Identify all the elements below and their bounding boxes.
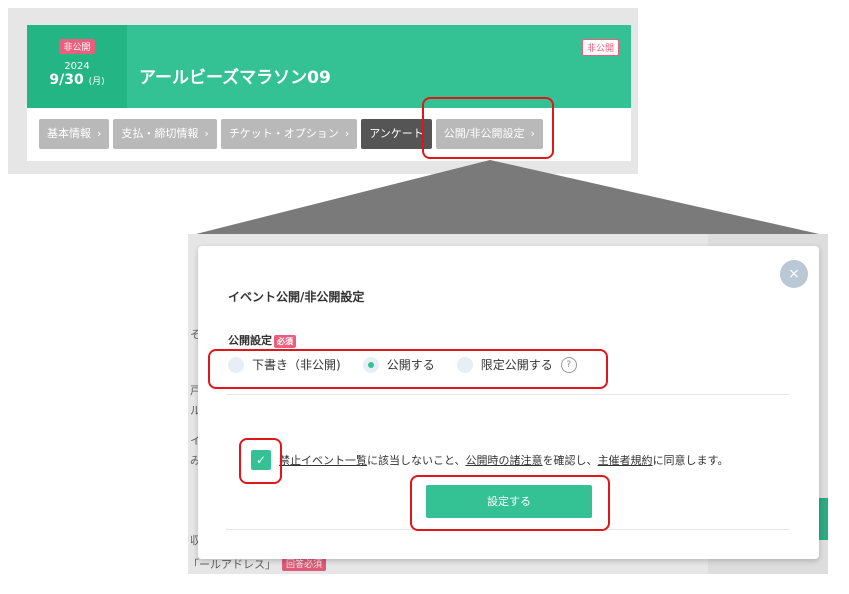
close-button[interactable]: ×: [780, 260, 808, 288]
publish-setting-label: 公開設定 必須: [228, 332, 296, 348]
agreement-text-1: に該当しないこと、: [367, 454, 466, 467]
modal-title: イベント公開/非公開設定: [228, 290, 365, 304]
required-badge: 必須: [274, 334, 296, 348]
highlight-submit-button: [410, 475, 610, 531]
organizer-terms-link[interactable]: 主催者規約: [598, 454, 653, 467]
highlight-checkbox: [239, 438, 282, 484]
divider: [226, 394, 789, 395]
publish-setting-label-text: 公開設定: [228, 334, 272, 347]
highlight-radio-group: [208, 349, 608, 389]
prohibited-events-link[interactable]: 禁止イベント一覧: [279, 454, 367, 467]
publish-notes-link[interactable]: 公開時の諸注意: [466, 454, 543, 467]
agreement-text: 禁止イベント一覧に該当しないこと、公開時の諸注意を確認し、主催者規約に同意します…: [279, 452, 728, 468]
agreement-text-3: に同意します。: [652, 454, 729, 467]
agreement-row: ✓ 禁止イベント一覧に該当しないこと、公開時の諸注意を確認し、主催者規約に同意し…: [251, 450, 728, 470]
agreement-text-2: を確認し、: [542, 454, 598, 467]
